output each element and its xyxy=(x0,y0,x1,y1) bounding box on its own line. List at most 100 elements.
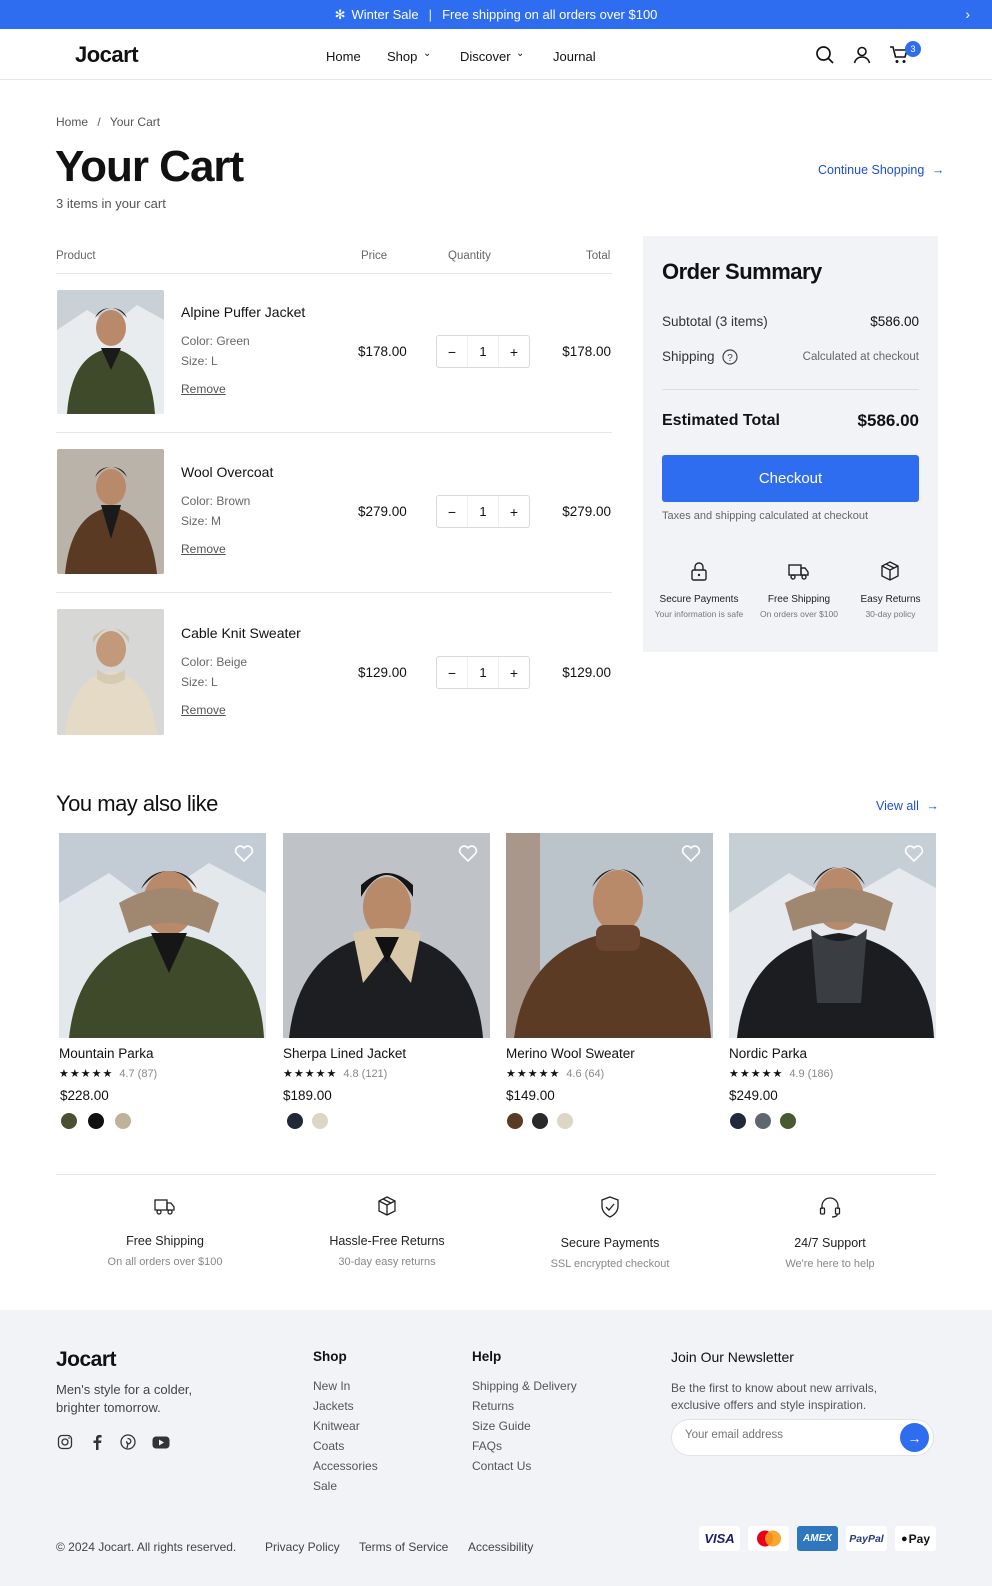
legal-link[interactable]: Accessibility xyxy=(468,1540,533,1554)
instagram-icon[interactable] xyxy=(57,1434,73,1450)
footer-link[interactable]: Accessories xyxy=(313,1459,378,1473)
color-swatch[interactable] xyxy=(88,1113,104,1129)
color-swatch[interactable] xyxy=(61,1113,77,1129)
color-swatch[interactable] xyxy=(287,1113,303,1129)
product-rating: ★★★★★ 4.7 (87) xyxy=(59,1067,157,1080)
quantity-value[interactable]: 1 xyxy=(467,657,499,688)
remove-link[interactable]: Remove xyxy=(181,703,226,717)
product-name[interactable]: Merino Wool Sweater xyxy=(506,1046,635,1061)
footer-link[interactable]: Coats xyxy=(313,1439,344,1453)
continue-shopping-link[interactable]: Continue Shopping → xyxy=(818,163,944,177)
minus-icon[interactable]: − xyxy=(437,504,467,520)
product-image[interactable] xyxy=(283,833,490,1038)
legal-link[interactable]: Terms of Service xyxy=(359,1540,448,1554)
product-price: $189.00 xyxy=(283,1088,332,1103)
footer-link[interactable]: Contact Us xyxy=(472,1459,531,1473)
continue-shopping-label: Continue Shopping xyxy=(818,163,925,177)
help-circle-icon[interactable]: ? xyxy=(722,349,738,365)
youtube-icon[interactable] xyxy=(152,1436,170,1449)
shipping-label: Shipping xyxy=(662,349,715,364)
product-image[interactable] xyxy=(729,833,936,1038)
service-title: Hassle-Free Returns xyxy=(329,1234,445,1248)
quantity-value[interactable]: 1 xyxy=(467,336,499,367)
plus-icon[interactable]: + xyxy=(499,504,529,520)
product-image[interactable] xyxy=(506,833,713,1038)
user-icon[interactable] xyxy=(852,45,872,65)
checkout-button[interactable]: Checkout xyxy=(662,455,919,502)
cart-item-size: Size: M xyxy=(181,514,222,528)
footer-link[interactable]: Size Guide xyxy=(472,1419,531,1433)
quantity-value[interactable]: 1 xyxy=(467,496,499,527)
cart-item-name[interactable]: Cable Knit Sweater xyxy=(181,625,301,641)
breadcrumb-home[interactable]: Home xyxy=(56,115,88,129)
nav-home[interactable]: Home xyxy=(326,49,361,64)
heart-icon[interactable] xyxy=(234,845,254,863)
subscribe-button[interactable]: → xyxy=(900,1423,929,1452)
color-swatch[interactable] xyxy=(755,1113,771,1129)
footer-link[interactable]: Sale xyxy=(313,1479,337,1493)
star-icons: ★★★★★ xyxy=(506,1068,561,1080)
plus-icon[interactable]: + xyxy=(499,665,529,681)
cart-item-color: Color: Brown xyxy=(181,494,251,508)
view-all-link[interactable]: View all → xyxy=(876,799,939,813)
divider xyxy=(662,389,919,390)
color-swatch[interactable] xyxy=(312,1113,328,1129)
plus-icon[interactable]: + xyxy=(499,344,529,360)
cart-item-total: $178.00 xyxy=(562,344,611,359)
color-swatch[interactable] xyxy=(115,1113,131,1129)
product-image[interactable] xyxy=(57,290,164,414)
product-card[interactable] xyxy=(283,833,490,1038)
breadcrumb: Home / Your Cart xyxy=(56,115,160,129)
arrow-right-icon: → xyxy=(931,163,945,177)
paypal-label: PayPal xyxy=(849,1532,884,1545)
truck-icon xyxy=(154,1199,175,1215)
color-swatch[interactable] xyxy=(532,1113,548,1129)
product-name[interactable]: Sherpa Lined Jacket xyxy=(283,1046,406,1061)
product-name[interactable]: Nordic Parka xyxy=(729,1046,807,1061)
search-icon[interactable] xyxy=(815,45,835,65)
legal-link[interactable]: Privacy Policy xyxy=(265,1540,340,1554)
footer-logo[interactable]: Jocart xyxy=(56,1348,117,1372)
pinterest-icon[interactable] xyxy=(120,1434,136,1450)
tagline-line: brighter tomorrow. xyxy=(56,1400,161,1415)
minus-icon[interactable]: − xyxy=(437,665,467,681)
product-card[interactable] xyxy=(729,833,936,1038)
remove-link[interactable]: Remove xyxy=(181,382,226,396)
breadcrumb-sep: / xyxy=(97,115,101,129)
nav-discover[interactable]: Discover xyxy=(460,49,511,64)
heart-icon[interactable] xyxy=(458,845,478,863)
color-swatch[interactable] xyxy=(780,1113,796,1129)
shield-check-icon xyxy=(601,1196,619,1218)
product-name[interactable]: Mountain Parka xyxy=(59,1046,154,1061)
nav-journal[interactable]: Journal xyxy=(553,49,596,64)
cart-item-size: Size: L xyxy=(181,675,218,689)
color-swatch[interactable] xyxy=(730,1113,746,1129)
minus-icon[interactable]: − xyxy=(437,344,467,360)
footer-link[interactable]: Knitwear xyxy=(313,1419,360,1433)
facebook-icon[interactable] xyxy=(90,1434,104,1450)
divider xyxy=(56,273,612,274)
product-image[interactable] xyxy=(57,449,164,574)
cart-item-name[interactable]: Alpine Puffer Jacket xyxy=(181,304,305,320)
color-swatch[interactable] xyxy=(557,1113,573,1129)
cart-item-price: $129.00 xyxy=(358,665,407,680)
footer-link[interactable]: Jackets xyxy=(313,1399,354,1413)
product-card[interactable] xyxy=(59,833,266,1038)
product-image[interactable] xyxy=(57,609,164,735)
logo[interactable]: Jocart xyxy=(75,42,139,68)
email-input[interactable] xyxy=(685,1429,885,1441)
checkout-note: Taxes and shipping calculated at checkou… xyxy=(662,510,869,522)
footer-link[interactable]: FAQs xyxy=(472,1439,502,1453)
heart-icon[interactable] xyxy=(904,845,924,863)
footer-link[interactable]: Returns xyxy=(472,1399,514,1413)
footer-link[interactable]: New In xyxy=(313,1379,350,1393)
product-image[interactable] xyxy=(59,833,266,1038)
cart-item-name[interactable]: Wool Overcoat xyxy=(181,464,273,480)
product-card[interactable] xyxy=(506,833,713,1038)
color-swatch[interactable] xyxy=(507,1113,523,1129)
nav-shop[interactable]: Shop xyxy=(387,49,417,64)
chevron-right-icon[interactable]: › xyxy=(965,6,970,22)
footer-link[interactable]: Shipping & Delivery xyxy=(472,1379,577,1393)
remove-link[interactable]: Remove xyxy=(181,542,226,556)
heart-icon[interactable] xyxy=(681,845,701,863)
